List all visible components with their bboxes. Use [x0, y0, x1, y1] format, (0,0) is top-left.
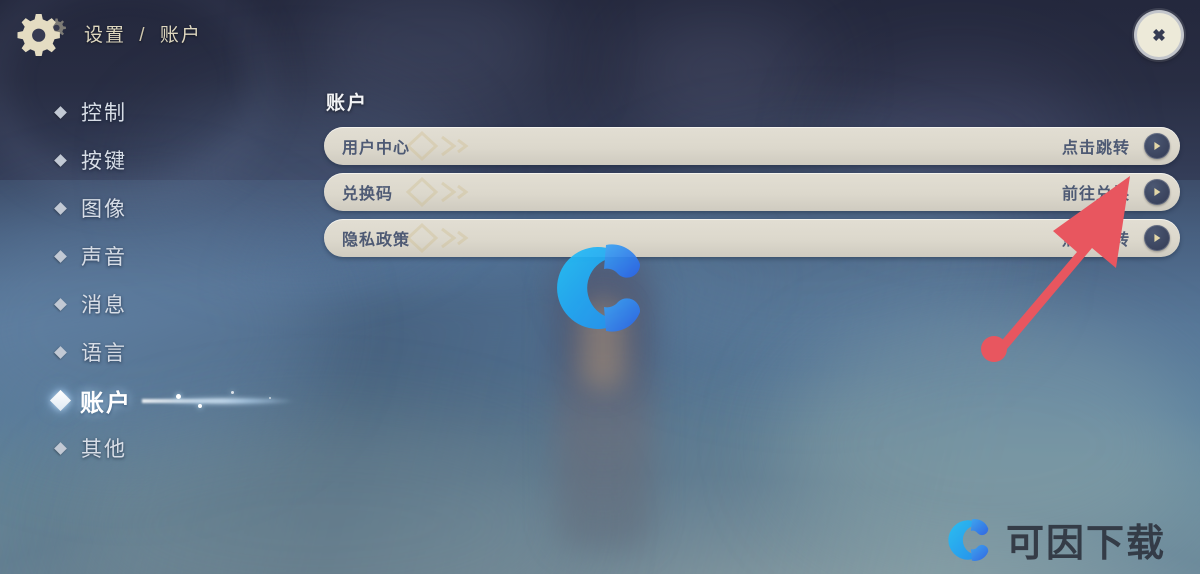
chevron-right-icon — [1154, 234, 1161, 242]
row-action-label: 点击跳转 — [1061, 140, 1130, 157]
ornament-icon — [405, 176, 469, 208]
row-action-label: 点击跳转 — [1061, 232, 1130, 249]
row-label: 隐私政策 — [342, 232, 411, 249]
selection-glow-core-icon — [142, 399, 292, 403]
close-icon — [1153, 29, 1165, 41]
sidebar-item-audio[interactable]: 声音 — [54, 232, 286, 280]
c-logo-icon — [557, 244, 641, 332]
settings-screen: 设置 / 账户 控制 按键 图像 声音 消息 语言 账户 其他 账户 用户中心 … — [0, 0, 1200, 574]
chevron-right-icon — [1154, 188, 1161, 196]
sidebar-item-label: 图像 — [81, 198, 127, 221]
sidebar-item-messages[interactable]: 消息 — [54, 280, 286, 328]
c-logo-icon — [948, 518, 989, 561]
ornament-icon — [405, 130, 469, 162]
diamond-bullet-icon — [54, 249, 67, 263]
breadcrumb: 设置 / 账户 — [84, 20, 202, 47]
sidebar-item-label: 按键 — [81, 150, 127, 173]
row-privacy-policy[interactable]: 隐私政策 点击跳转 — [324, 219, 1180, 257]
sidebar-item-label: 控制 — [81, 102, 127, 125]
diamond-bullet-icon — [54, 105, 67, 119]
sparkle-icon — [269, 397, 271, 399]
sidebar-item-label: 其他 — [81, 438, 127, 461]
watermark-text: 可因下载 — [1006, 521, 1167, 565]
row-arrow-button[interactable] — [1144, 179, 1170, 205]
row-user-center[interactable]: 用户中心 点击跳转 — [324, 127, 1180, 165]
row-label: 兑换码 — [342, 186, 394, 203]
breadcrumb-separator: / — [139, 25, 147, 46]
diamond-bullet-icon — [54, 345, 67, 359]
header-bar: 设置 / 账户 — [0, 0, 1200, 68]
diamond-bullet-icon — [54, 297, 67, 311]
row-action-label: 前往兑换 — [1061, 186, 1130, 203]
sidebar-item-language[interactable]: 语言 — [54, 328, 286, 376]
breadcrumb-root[interactable]: 设置 — [84, 25, 126, 46]
center-watermark-logo — [548, 236, 652, 340]
diamond-bullet-icon — [54, 201, 67, 215]
sidebar-item-control[interactable]: 控制 — [54, 88, 286, 136]
sidebar-item-account[interactable]: 账户 — [49, 376, 318, 424]
gear-icon — [14, 10, 70, 57]
chevron-right-icon — [1154, 142, 1161, 150]
sparkle-icon — [231, 391, 234, 394]
sidebar-item-label: 声音 — [81, 246, 127, 269]
sparkle-icon — [176, 394, 181, 399]
sidebar-item-label: 消息 — [81, 294, 127, 317]
row-label: 用户中心 — [342, 140, 411, 157]
settings-sidebar: 控制 按键 图像 声音 消息 语言 账户 其他 — [49, 88, 318, 472]
sidebar-item-other[interactable]: 其他 — [54, 424, 286, 472]
diamond-bullet-icon — [54, 153, 67, 167]
sidebar-item-label: 语言 — [81, 342, 127, 365]
corner-watermark: 可因下载 — [944, 512, 1166, 567]
close-button[interactable] — [1134, 10, 1184, 60]
row-redeem-code[interactable]: 兑换码 前往兑换 — [324, 173, 1180, 211]
row-arrow-button[interactable] — [1144, 133, 1170, 159]
sparkle-icon — [198, 404, 202, 408]
sidebar-item-keys[interactable]: 按键 — [54, 136, 286, 184]
diamond-bullet-icon — [54, 441, 67, 455]
account-panel: 账户 用户中心 点击跳转 兑换码 前往兑换 隐私政策 点击跳转 — [324, 88, 1180, 265]
row-arrow-button[interactable] — [1144, 225, 1170, 251]
sidebar-item-graphics[interactable]: 图像 — [54, 184, 286, 232]
sidebar-item-label: 账户 — [80, 389, 132, 417]
breadcrumb-current: 账户 — [159, 25, 202, 46]
ornament-icon — [405, 222, 469, 254]
page-title: 账户 — [326, 93, 369, 114]
